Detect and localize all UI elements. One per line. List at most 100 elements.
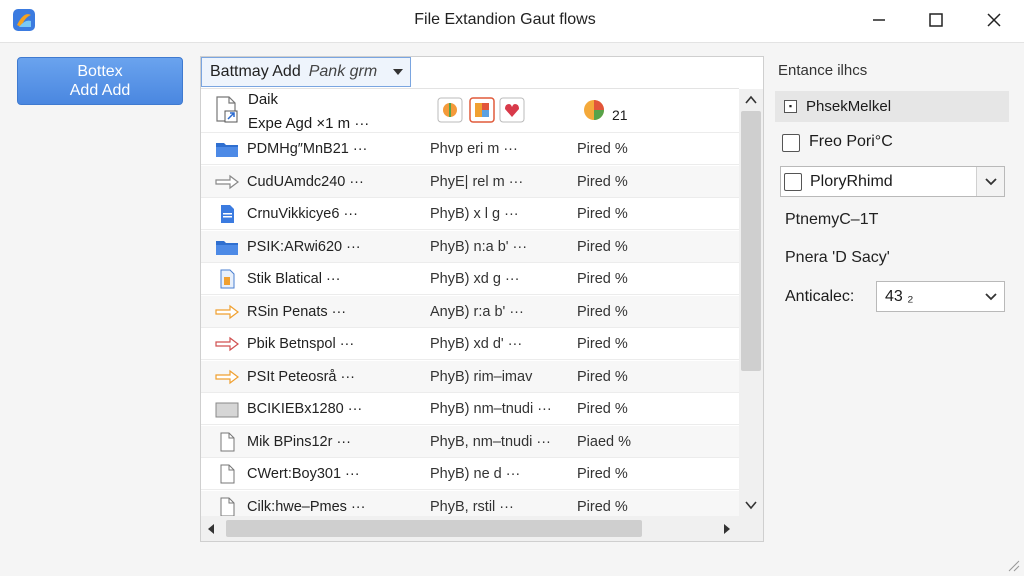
row-status: Pired % xyxy=(577,498,628,515)
row-status: Pired % xyxy=(577,336,628,352)
folder-icon xyxy=(214,139,240,159)
file-list: Daik Expe Agd ×1 m ··· 21 PDMHg″MnB21 ··… xyxy=(201,89,739,516)
option-combo[interactable]: PloryRhimd xyxy=(780,166,1005,197)
row-name: PDMHg″MnB21 ··· xyxy=(247,141,368,157)
row-type: PhyB, nm–tnudi ··· xyxy=(430,433,551,450)
table-row[interactable]: RSin Penats ··· AnyB) r:a b' ··· Pired % xyxy=(201,295,739,328)
selected-option-label: PhsekMelkel xyxy=(806,98,892,115)
add-button-line2: Add Add xyxy=(69,82,131,99)
color-tile-icon xyxy=(437,97,463,123)
row-name: RSin Penats ··· xyxy=(247,303,347,320)
combo-dropdown-button[interactable] xyxy=(976,167,1004,196)
table-row[interactable]: Stik Blatical ··· PhyB) xd g ··· Pired % xyxy=(201,263,739,295)
resize-grip-icon[interactable] xyxy=(1004,556,1020,572)
blank-file-icon xyxy=(214,432,240,452)
option-text-2: Pnera 'D Sacy' xyxy=(785,249,890,266)
first-row-name: Daik xyxy=(248,91,279,108)
vertical-scroll-thumb[interactable] xyxy=(741,111,761,371)
row-type: PhyB) rim–imav xyxy=(430,368,533,385)
table-row[interactable]: Cilk:hwe–Pmes ··· PhyB, rstil ··· Pired % xyxy=(201,490,739,516)
scroll-up-icon[interactable] xyxy=(744,94,758,106)
row-type: PhyB, rstil ··· xyxy=(430,498,514,515)
row-status: Pired % xyxy=(577,141,628,157)
maximize-button[interactable] xyxy=(914,4,958,36)
row-type: AnyB) r:a b' ··· xyxy=(430,303,524,320)
scroll-right-icon[interactable] xyxy=(721,522,733,536)
arrow-icon xyxy=(214,172,240,192)
blank-file-icon xyxy=(214,464,240,484)
row-name: Cilk:hwe–Pmes ··· xyxy=(247,498,366,515)
option-combo-label: PloryRhimd xyxy=(810,173,893,190)
pie-tile-icon xyxy=(584,100,604,120)
arrow-icon xyxy=(214,367,240,387)
first-row-detail: Expe Agd ×1 m ··· xyxy=(248,115,370,132)
row-status: Pired % xyxy=(577,466,628,482)
scroll-left-icon[interactable] xyxy=(205,522,217,536)
list-filter-value: Pank grm xyxy=(308,63,378,80)
row-type: PhyB) x l g ··· xyxy=(430,206,519,222)
archive-icon xyxy=(214,269,240,289)
row-status: Pired % xyxy=(577,303,628,320)
selected-option-item[interactable]: ▪ PhsekMelkel xyxy=(775,91,1009,122)
close-button[interactable] xyxy=(972,4,1016,36)
row-status: Piaed % xyxy=(577,433,632,450)
close-icon xyxy=(987,13,1001,27)
row-name: CrnuVikkicye6 ··· xyxy=(247,206,358,222)
row-status: Pired % xyxy=(577,206,628,222)
arrow-icon xyxy=(214,334,240,354)
row-name: BCIKIEBx1280 ··· xyxy=(247,401,363,417)
row-name: CudUAmdc240 ··· xyxy=(247,173,364,190)
row-name: Stik Blatical ··· xyxy=(247,271,341,287)
row-type: Phvp eri m ··· xyxy=(430,141,518,157)
row-status: Pired % xyxy=(577,271,628,287)
row-name: PSIt Peteosrå ··· xyxy=(247,368,355,385)
row-type: PhyE| rel m ··· xyxy=(430,173,524,190)
blank-file-icon xyxy=(214,497,240,516)
table-row[interactable]: CWert:Boy301 ··· PhyB) ne d ··· Pired % xyxy=(201,458,739,490)
table-row-first[interactable]: Daik Expe Agd ×1 m ··· 21 xyxy=(201,89,739,133)
row-name: CWert:Boy301 ··· xyxy=(247,466,360,482)
add-button-line1: Bottex xyxy=(77,63,123,80)
option-checkbox[interactable]: Freo Pori°C xyxy=(782,131,1012,155)
minimize-icon xyxy=(873,19,885,21)
minimize-button[interactable] xyxy=(857,4,901,36)
horizontal-scroll-thumb[interactable] xyxy=(226,520,642,537)
heart-tile-icon[interactable] xyxy=(499,97,525,123)
table-row[interactable]: PDMHg″MnB21 ··· Phvp eri m ··· Pired % xyxy=(201,133,739,165)
small-checkbox-icon: ▪ xyxy=(784,100,797,113)
document-icon xyxy=(214,204,240,224)
list-filter-dropdown[interactable]: Battmay Add Pank grm xyxy=(201,57,411,87)
folder-icon xyxy=(214,237,240,257)
maximize-icon xyxy=(929,13,943,27)
gray-file-icon xyxy=(214,399,240,419)
table-row[interactable]: PSIK:ARwi620 ··· PhyB) n:a b' ··· Pired % xyxy=(201,230,739,263)
palette-tile-icon[interactable] xyxy=(469,97,495,123)
scroll-down-icon[interactable] xyxy=(744,499,758,511)
file-shortcut-icon xyxy=(216,96,238,123)
row-name: PSIK:ARwi620 ··· xyxy=(247,238,361,255)
row-name: Pbik Betnspol ··· xyxy=(247,336,355,352)
list-filter-label: Battmay Add xyxy=(210,63,301,80)
chevron-down-icon xyxy=(984,177,997,185)
checkbox-icon[interactable] xyxy=(784,173,802,191)
checkbox-icon[interactable] xyxy=(782,134,800,152)
table-row[interactable]: Mik BPins12r ··· PhyB, nm–tnudi ··· Piaed … xyxy=(201,425,739,458)
table-row[interactable]: Pbik Betnspol ··· PhyB) xd d' ··· Pired % xyxy=(201,328,739,360)
option-text-1: PtnemyC–1T xyxy=(785,211,879,228)
table-row[interactable]: BCIKIEBx1280 ··· PhyB) nm–tnudi ··· Pired … xyxy=(201,393,739,425)
option-field-select[interactable]: 43 ₂ xyxy=(876,281,1005,312)
arrow-icon xyxy=(214,302,240,322)
caret-down-icon xyxy=(393,69,403,75)
option-field-label: Anticalec: xyxy=(785,288,855,305)
row-status: Pired % xyxy=(577,401,628,417)
table-row[interactable]: CudUAmdc240 ··· PhyE| rel m ··· Pired % xyxy=(201,165,739,198)
row-status: Pired % xyxy=(577,238,628,255)
add-button[interactable]: Bottex Add Add xyxy=(17,57,183,105)
table-row[interactable]: CrnuVikkicye6 ··· PhyB) x l g ··· Pired % xyxy=(201,198,739,230)
chevron-down-icon xyxy=(985,293,997,301)
row-type: PhyB) n:a b' ··· xyxy=(430,238,528,255)
row-type: PhyB) ne d ··· xyxy=(430,466,521,482)
row-name: Mik BPins12r ··· xyxy=(247,433,351,450)
table-row[interactable]: PSIt Peteosrå ··· PhyB) rim–imav Pired % xyxy=(201,360,739,393)
option-checkbox-label: Freo Pori°C xyxy=(809,133,893,150)
